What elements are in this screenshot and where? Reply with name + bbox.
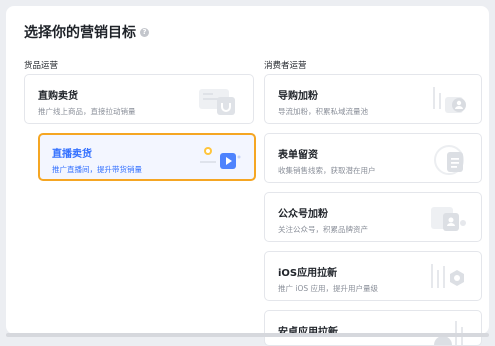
card-desc: 导流加粉，积累私域流量池: [278, 107, 368, 116]
apple-app-icon: [431, 264, 464, 288]
help-icon[interactable]: ?: [140, 27, 149, 37]
goal-panel: 选择你的营销目标 ? 货品运营 消费者运营 直购卖货 推广线上商品，直接拉动销量…: [6, 6, 489, 346]
card-title: 公众号加粉: [278, 209, 328, 220]
card-desc: 推广 iOS 应用，提升用户量级: [278, 284, 379, 293]
goal-card-live-sales[interactable]: 直播卖货 推广直播间，提升带货销量: [38, 133, 256, 181]
column-label-consumer: 消费者运营: [264, 61, 307, 71]
column-label-goods: 货品运营: [24, 61, 59, 71]
form-icon: [434, 145, 464, 175]
official-account-icon: [431, 207, 466, 231]
page-title: 选择你的营销目标 ?: [24, 22, 149, 42]
card-title: 导购加粉: [278, 91, 318, 102]
live-stream-icon: [200, 147, 241, 169]
page-title-text: 选择你的营销目标: [24, 25, 136, 41]
goal-card-guide-fans[interactable]: 导购加粉 导流加粉，积累私域流量池: [264, 74, 482, 124]
card-title: 表单留资: [278, 150, 318, 161]
goal-card-form-leads[interactable]: 表单留资 收集销售线索，获取潜在用户: [264, 133, 482, 183]
card-desc: 推广线上商品，直接拉动销量: [38, 107, 136, 116]
card-desc: 收集销售线索，获取潜在用户: [278, 166, 376, 175]
goal-card-direct-purchase[interactable]: 直购卖货 推广线上商品，直接拉动销量: [24, 74, 254, 124]
horizontal-scrollbar[interactable]: [6, 333, 489, 337]
user-add-icon: [433, 87, 466, 113]
android-app-icon: [434, 321, 463, 345]
card-title: 直播卖货: [52, 149, 92, 160]
card-title: iOS应用拉新: [278, 268, 338, 279]
card-desc: 推广直播间，提升带货销量: [52, 165, 142, 174]
card-title: 直购卖货: [38, 91, 78, 102]
shopping-bag-icon: [199, 89, 235, 115]
goal-card-official-account[interactable]: 公众号加粉 关注公众号，积累品牌资产: [264, 192, 482, 242]
goal-card-ios-install[interactable]: iOS应用拉新 推广 iOS 应用，提升用户量级: [264, 251, 482, 301]
card-desc: 关注公众号，积累品牌资产: [278, 225, 368, 234]
